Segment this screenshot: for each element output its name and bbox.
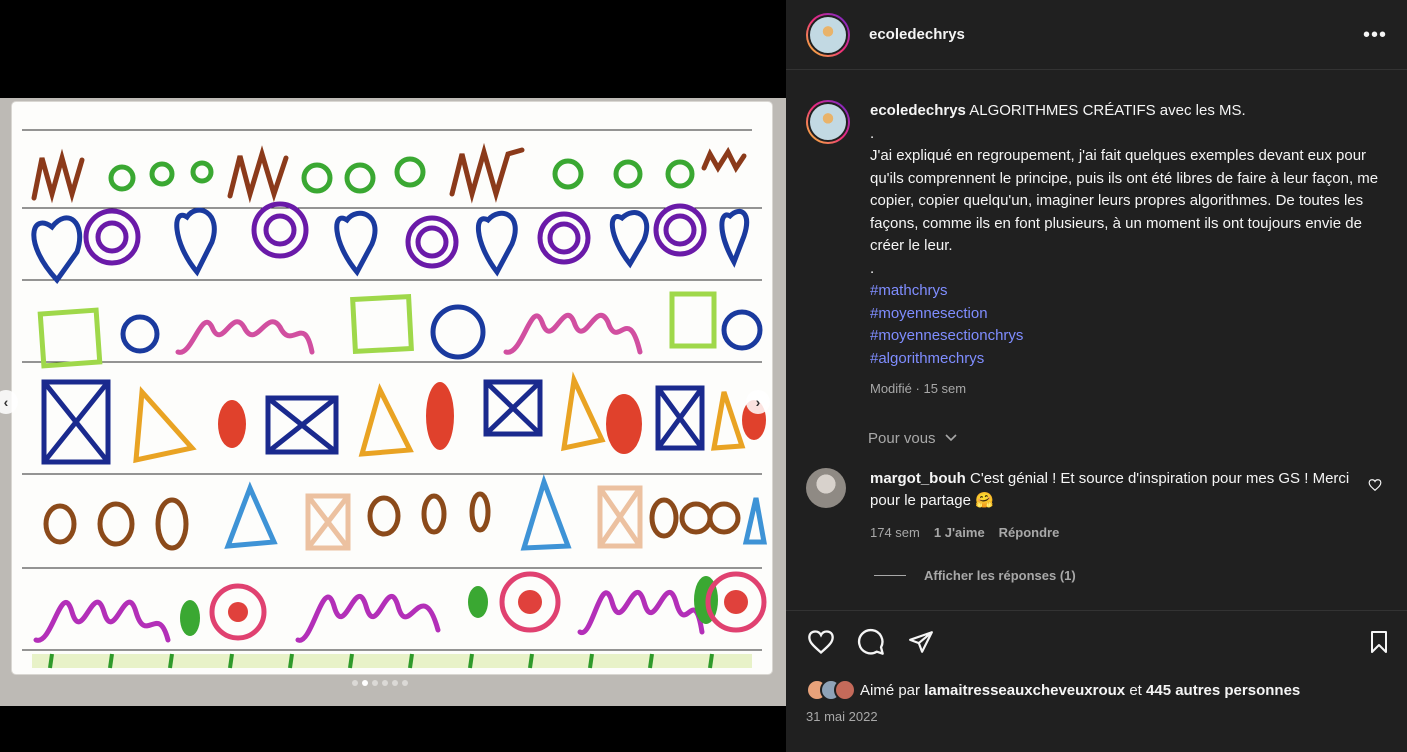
likes-connector: et (1129, 681, 1142, 699)
comment-item: margot_bouh C'est génial ! Et source d'i… (806, 468, 1396, 544)
heart-icon (808, 630, 834, 655)
for-you-label: Pour vous (868, 430, 936, 447)
post-side-panel: ecoledechrys ••• ecoledechrys ALGORITHME… (786, 0, 1407, 752)
post-header: ecoledechrys ••• (786, 0, 1407, 70)
caption-title: ALGORITHMES CRÉATIFS avec les MS. (969, 102, 1246, 119)
post-date: 31 mai 2022 (806, 709, 878, 724)
carousel-dots (352, 680, 408, 686)
hashtag-link[interactable]: #mathchrys (870, 280, 1386, 303)
comment-meta: 174 sem 1 J'aime Répondre (870, 522, 1350, 544)
more-options-icon[interactable]: ••• (1363, 24, 1387, 47)
caption-username[interactable]: ecoledechrys (870, 102, 966, 119)
post-actions: Aimé par lamaitresseauxcheveuxroux et 44… (786, 610, 1407, 752)
likes-summary: Aimé par lamaitresseauxcheveuxroux et 44… (806, 679, 1300, 701)
algorithm-drawings (22, 129, 767, 669)
carousel-dot (372, 680, 378, 686)
carousel-dot (402, 680, 408, 686)
comment-like-icon[interactable] (1368, 478, 1382, 492)
like-button[interactable] (806, 627, 836, 657)
carousel-next-button[interactable]: › (746, 390, 770, 414)
likes-others-link[interactable]: 445 autres personnes (1146, 682, 1300, 699)
show-replies-label: Afficher les réponses (1) (924, 568, 1076, 583)
caption-dot: . (870, 259, 875, 277)
send-icon (909, 631, 933, 653)
show-replies-button[interactable]: Afficher les réponses (1) (874, 568, 1076, 583)
comment-likes-link[interactable]: 1 J'aime (934, 522, 985, 544)
carousel-dot (352, 680, 358, 686)
comment-reply-button[interactable]: Répondre (999, 522, 1060, 544)
notebook-page (12, 102, 772, 674)
likes-prefix: Aimé par (860, 681, 921, 699)
replies-divider (874, 575, 906, 576)
post-photo[interactable] (0, 98, 786, 706)
caption-paragraph: J'ai expliqué en regroupement, j'ai fait… (870, 147, 1379, 254)
author-username[interactable]: ecoledechrys (869, 26, 965, 43)
comment-button[interactable] (856, 627, 886, 657)
bookmark-icon (1371, 631, 1387, 653)
comment-time: 174 sem (870, 525, 920, 540)
hashtag-link[interactable]: #moyennesection (870, 303, 1386, 326)
caption-avatar[interactable] (806, 100, 850, 144)
caption-meta: Modifié · 15 sem (870, 381, 967, 396)
author-avatar[interactable] (806, 12, 850, 57)
post-caption: ecoledechrys ALGORITHMES CRÉATIFS avec l… (806, 100, 1386, 401)
hashtag-link[interactable]: #moyennesectionchrys (870, 325, 1386, 348)
share-button[interactable] (906, 627, 936, 657)
commenter-avatar[interactable] (806, 468, 846, 508)
liker-username[interactable]: lamaitresseauxcheveuxroux (924, 682, 1125, 699)
chevron-right-icon: › (755, 394, 761, 410)
for-you-dropdown[interactable]: Pour vous (868, 430, 958, 447)
carousel-dot (392, 680, 398, 686)
chevron-down-icon (945, 434, 957, 442)
caption-dot: . (870, 124, 875, 142)
commenter-username[interactable]: margot_bouh (870, 470, 966, 487)
carousel-dot-active (362, 680, 368, 686)
liker-avatar[interactable] (834, 679, 856, 701)
hashtag-link[interactable]: #algorithmechrys (870, 348, 1386, 371)
chevron-left-icon: ‹ (3, 394, 9, 410)
carousel-dot (382, 680, 388, 686)
save-button[interactable] (1364, 627, 1394, 657)
post-media: ‹ › (0, 0, 786, 752)
comment-icon (857, 628, 884, 655)
